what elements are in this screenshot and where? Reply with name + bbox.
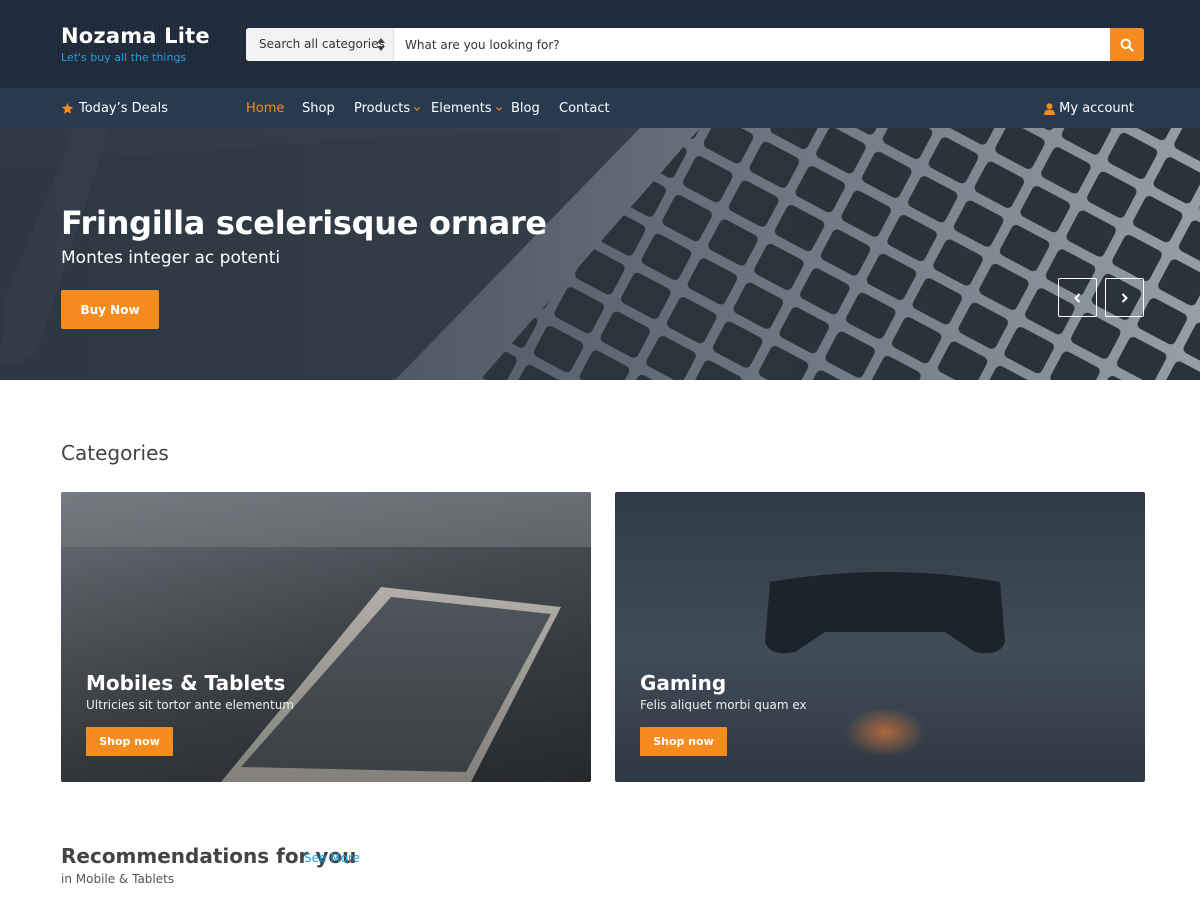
nav-item-blog[interactable]: Blog (511, 101, 540, 116)
categories-heading: Categories (61, 441, 169, 465)
category-card-gaming[interactable]: Gaming Felis aliquet morbi quam ex Shop … (615, 492, 1145, 782)
see-more-link[interactable]: See More (304, 851, 360, 865)
todays-deals-link[interactable]: Today’s Deals (61, 101, 168, 116)
category-title: Gaming (640, 671, 727, 695)
category-subtitle: Felis aliquet morbi quam ex (640, 698, 807, 712)
chevron-right-icon (1121, 292, 1128, 303)
search-category-select[interactable]: Search all categories (246, 28, 394, 61)
hero-title: Fringilla scelerisque ornare (61, 204, 547, 242)
chevron-down-icon (414, 106, 421, 111)
nav-item-label: Elements (431, 101, 492, 116)
my-account-label: My account (1059, 101, 1134, 116)
search-input[interactable] (394, 28, 1110, 61)
hero-subtitle: Montes integer ac potenti (61, 248, 281, 268)
nav-item-label: Shop (302, 101, 335, 116)
chevron-down-icon (495, 106, 502, 111)
nav-item-shop[interactable]: Shop (302, 101, 335, 116)
star-icon (61, 102, 74, 114)
nav-item-contact[interactable]: Contact (559, 101, 610, 116)
nav-item-label: Home (246, 101, 285, 116)
user-icon (1044, 102, 1056, 115)
main-nav: Today’s Deals Home Shop Products Element… (0, 88, 1200, 128)
buy-now-button[interactable]: Buy Now (61, 290, 159, 329)
nav-item-elements[interactable]: Elements (431, 101, 502, 116)
todays-deals-label: Today’s Deals (79, 101, 168, 116)
category-title: Mobiles & Tablets (86, 671, 286, 695)
search-button[interactable] (1110, 28, 1144, 61)
site-title[interactable]: Nozama Lite (61, 24, 210, 48)
slider-next-button[interactable] (1105, 278, 1144, 317)
search-bar: Search all categories (246, 28, 1144, 61)
hero-slider: Fringilla scelerisque ornare Montes inte… (0, 128, 1200, 380)
nav-item-home[interactable]: Home (246, 101, 284, 116)
sort-icon (377, 38, 385, 51)
search-icon (1120, 38, 1134, 52)
recommendations-subtitle: in Mobile & Tablets (61, 872, 175, 886)
my-account-link[interactable]: My account (1044, 101, 1134, 116)
nav-item-label: Products (354, 101, 411, 116)
nav-item-label: Blog (511, 101, 540, 116)
slider-prev-button[interactable] (1058, 278, 1097, 317)
nav-item-products[interactable]: Products (354, 101, 421, 116)
nav-item-label: Contact (559, 101, 610, 116)
category-card-mobiles[interactable]: Mobiles & Tablets Ultricies sit tortor a… (61, 492, 591, 782)
category-subtitle: Ultricies sit tortor ante elementum (86, 698, 294, 712)
search-category-label: Search all categories (259, 37, 385, 51)
shop-now-button[interactable]: Shop now (86, 727, 173, 756)
top-header: Nozama Lite Let's buy all the things Sea… (0, 0, 1200, 88)
site-tagline: Let's buy all the things (61, 51, 187, 64)
chevron-left-icon (1074, 292, 1081, 303)
shop-now-button[interactable]: Shop now (640, 727, 727, 756)
